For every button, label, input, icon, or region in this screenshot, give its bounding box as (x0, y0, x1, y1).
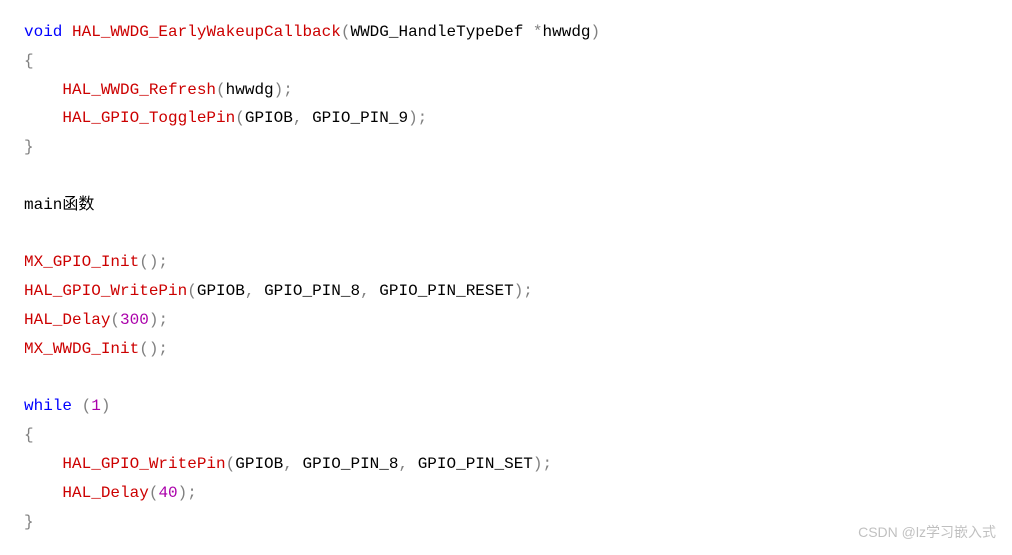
code-line: HAL_GPIO_WritePin(GPIOB, GPIO_PIN_8, GPI… (24, 455, 552, 473)
identifier: hwwdg (226, 81, 274, 99)
paren-close-semi: ); (514, 282, 533, 300)
number-literal: 40 (158, 484, 177, 502)
code-line: MX_WWDG_Init(); (24, 340, 168, 358)
identifier: GPIO_PIN_8 (302, 455, 398, 473)
keyword-while: while (24, 397, 72, 415)
function-name: HAL_WWDG_EarlyWakeupCallback (72, 23, 341, 41)
brace-open: { (24, 52, 34, 70)
paren-open: ( (82, 397, 92, 415)
function-name: HAL_Delay (62, 484, 148, 502)
brace-close: } (24, 138, 34, 156)
code-line: MX_GPIO_Init(); (24, 253, 168, 271)
paren-close: ) (101, 397, 111, 415)
code-line: HAL_GPIO_TogglePin(GPIOB, GPIO_PIN_9); (24, 109, 427, 127)
code-line: } (24, 513, 34, 531)
comma: , (283, 455, 302, 473)
paren-open: ( (226, 455, 236, 473)
paren-open: ( (187, 282, 197, 300)
number-literal: 1 (91, 397, 101, 415)
identifier: GPIO_PIN_9 (312, 109, 408, 127)
paren-close-semi: ); (178, 484, 197, 502)
operator-star: * (533, 23, 543, 41)
comma: , (398, 455, 417, 473)
comma: , (360, 282, 379, 300)
code-line: main函数 (24, 196, 94, 214)
function-name: HAL_GPIO_WritePin (24, 282, 187, 300)
function-name: HAL_GPIO_TogglePin (62, 109, 235, 127)
paren-open: ( (235, 109, 245, 127)
comma: , (293, 109, 312, 127)
param-name: hwwdg (543, 23, 591, 41)
paren-open: ( (149, 484, 159, 502)
function-name: MX_WWDG_Init (24, 340, 139, 358)
identifier: GPIOB (245, 109, 293, 127)
paren-close: ) (591, 23, 601, 41)
identifier: GPIO_PIN_RESET (379, 282, 513, 300)
code-line: { (24, 426, 34, 444)
identifier: GPIOB (197, 282, 245, 300)
function-name: HAL_GPIO_WritePin (62, 455, 225, 473)
space (72, 397, 82, 415)
identifier: GPIO_PIN_8 (264, 282, 360, 300)
identifier: GPIO_PIN_SET (418, 455, 533, 473)
parens-semi: (); (139, 253, 168, 271)
paren-open: ( (216, 81, 226, 99)
code-line: HAL_Delay(300); (24, 311, 168, 329)
code-line: { (24, 52, 34, 70)
keyword-void: void (24, 23, 62, 41)
brace-open: { (24, 426, 34, 444)
code-line: HAL_WWDG_Refresh(hwwdg); (24, 81, 293, 99)
paren-close-semi: ); (408, 109, 427, 127)
code-line: } (24, 138, 34, 156)
code-line: while (1) (24, 397, 110, 415)
comma: , (245, 282, 264, 300)
paren-close-semi: ); (274, 81, 293, 99)
paren-open: ( (110, 311, 120, 329)
type-name: WWDG_HandleTypeDef (350, 23, 532, 41)
brace-close: } (24, 513, 34, 531)
number-literal: 300 (120, 311, 149, 329)
identifier: GPIOB (235, 455, 283, 473)
function-name: HAL_Delay (24, 311, 110, 329)
parens-semi: (); (139, 340, 168, 358)
function-name: MX_GPIO_Init (24, 253, 139, 271)
code-line: void HAL_WWDG_EarlyWakeupCallback(WWDG_H… (24, 23, 600, 41)
code-line: HAL_Delay(40); (24, 484, 197, 502)
comment-main: main函数 (24, 196, 94, 214)
function-name: HAL_WWDG_Refresh (62, 81, 216, 99)
code-block: void HAL_WWDG_EarlyWakeupCallback ( WWDG_H… (24, 18, 988, 536)
paren-close-semi: ); (533, 455, 552, 473)
paren-close-semi: ); (149, 311, 168, 329)
code-line: HAL_GPIO_WritePin(GPIOB, GPIO_PIN_8, GPI… (24, 282, 533, 300)
